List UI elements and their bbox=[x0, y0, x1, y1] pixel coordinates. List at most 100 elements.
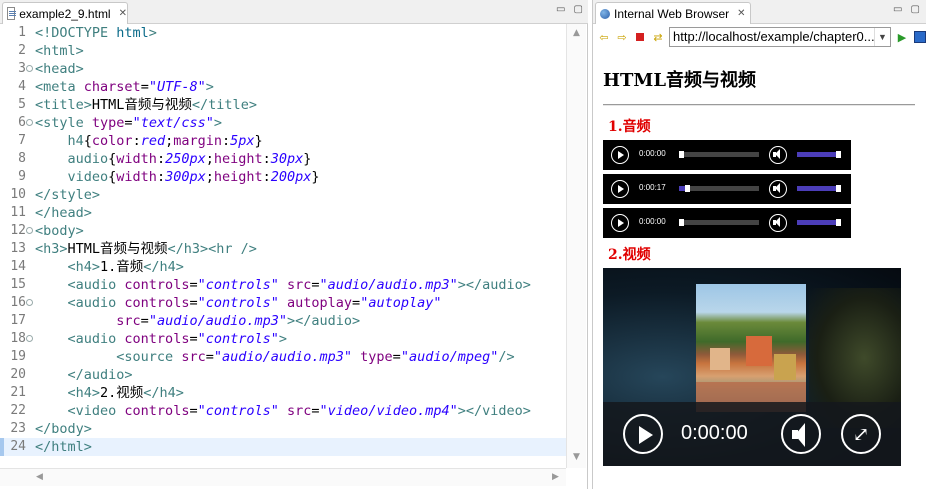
code-line[interactable]: 2 <html> bbox=[0, 42, 566, 60]
minimize-icon[interactable]: ▭ bbox=[556, 4, 565, 15]
volume-knob[interactable] bbox=[836, 151, 841, 158]
audio-progress[interactable] bbox=[679, 219, 759, 226]
editor-tab[interactable]: example2_9.html ✕ bbox=[2, 2, 128, 24]
scroll-left-icon[interactable]: ◀ bbox=[36, 472, 43, 482]
back-icon[interactable]: ⇦ bbox=[597, 30, 611, 44]
fold-toggle-icon[interactable] bbox=[26, 227, 33, 234]
code-text: <!DOCTYPE html> bbox=[35, 24, 157, 42]
line-number: 9 bbox=[18, 169, 26, 184]
fold-toggle-icon[interactable] bbox=[26, 335, 33, 342]
code-line[interactable]: 23 </body> bbox=[0, 420, 566, 438]
code-line[interactable]: 22 <video controls="controls" src="video… bbox=[0, 402, 566, 420]
code-token: = bbox=[205, 349, 214, 365]
close-icon[interactable]: ✕ bbox=[737, 8, 745, 19]
code-line[interactable]: 19 <source src="audio/audio.mp3" type="a… bbox=[0, 348, 566, 366]
code-token: 2.视频 bbox=[100, 385, 144, 401]
progress-knob[interactable] bbox=[679, 219, 684, 226]
code-text: <title>HTML音频与视频</title> bbox=[35, 96, 257, 114]
code-line[interactable]: 14 <h4>1.音频</h4> bbox=[0, 258, 566, 276]
code-token: = bbox=[124, 115, 133, 131]
code-token: <source bbox=[116, 349, 182, 365]
scroll-up-icon[interactable]: ▲ bbox=[573, 28, 580, 38]
code-line[interactable]: 7 h4{color:red;margin:5px} bbox=[0, 132, 566, 150]
code-line[interactable]: 3 <head> bbox=[0, 60, 566, 78]
scroll-right-icon[interactable]: ▶ bbox=[552, 472, 559, 482]
fold-toggle-icon[interactable] bbox=[26, 299, 33, 306]
code-line[interactable]: 5 <title>HTML音频与视频</title> bbox=[0, 96, 566, 114]
code-token: </title> bbox=[191, 97, 257, 113]
code-line[interactable]: 11 </head> bbox=[0, 204, 566, 222]
code-text: audio{width:250px;height:30px} bbox=[35, 150, 312, 168]
play-icon[interactable] bbox=[611, 214, 629, 232]
audio-player[interactable]: 0:00:17 bbox=[603, 174, 851, 204]
code-line[interactable]: 10 </style> bbox=[0, 186, 566, 204]
volume-icon[interactable] bbox=[781, 414, 821, 454]
maximize-icon[interactable]: ▢ bbox=[910, 4, 919, 15]
code-line[interactable]: 16 <audio controls="controls" autoplay="… bbox=[0, 294, 566, 312]
code-editor[interactable]: 1 <!DOCTYPE html> 2 <html> 3 <head> 4 <meta cha… bbox=[0, 24, 566, 468]
url-input[interactable]: http://localhost/example/chapter0... ▼ bbox=[669, 27, 891, 47]
code-text: </audio> bbox=[35, 366, 133, 384]
code-text: <meta charset="UTF-8"> bbox=[35, 78, 214, 96]
volume-slider[interactable] bbox=[797, 219, 841, 226]
volume-icon[interactable] bbox=[769, 214, 787, 232]
external-browser-icon[interactable] bbox=[913, 30, 926, 44]
fold-toggle-icon[interactable] bbox=[26, 119, 33, 126]
play-icon[interactable] bbox=[623, 414, 663, 454]
volume-slider[interactable] bbox=[797, 151, 841, 158]
volume-slider[interactable] bbox=[797, 185, 841, 192]
play-icon[interactable] bbox=[611, 180, 629, 198]
maximize-icon[interactable]: ▢ bbox=[573, 4, 582, 15]
code-line[interactable]: 24 </html> bbox=[0, 438, 566, 456]
scroll-down-icon[interactable]: ▼ bbox=[573, 452, 580, 462]
volume-knob[interactable] bbox=[836, 185, 841, 192]
forward-icon[interactable]: ⇨ bbox=[615, 30, 629, 44]
fold-toggle-icon[interactable] bbox=[26, 65, 33, 72]
minimize-icon[interactable]: ▭ bbox=[893, 4, 902, 15]
editor-vertical-scrollbar[interactable]: ▲ ▼ bbox=[566, 24, 586, 468]
code-line[interactable]: 6 <style type="text/css"> bbox=[0, 114, 566, 132]
fullscreen-icon[interactable]: ⤢ bbox=[841, 414, 881, 454]
code-token: controls bbox=[124, 331, 190, 347]
code-line[interactable]: 20 </audio> bbox=[0, 366, 566, 384]
code-text: src="audio/audio.mp3"></audio> bbox=[35, 312, 360, 330]
code-line[interactable]: 18 <audio controls="controls"> bbox=[0, 330, 566, 348]
code-line[interactable]: 21 <h4>2.视频</h4> bbox=[0, 384, 566, 402]
volume-knob[interactable] bbox=[836, 219, 841, 226]
code-line[interactable]: 17 src="audio/audio.mp3"></audio> bbox=[0, 312, 566, 330]
play-icon[interactable] bbox=[611, 146, 629, 164]
code-line[interactable]: 4 <meta charset="UTF-8"> bbox=[0, 78, 566, 96]
editor-horizontal-scrollbar[interactable]: ◀ ▶ bbox=[0, 468, 566, 486]
code-line[interactable]: 13 <h3>HTML音频与视频</h3><hr /> bbox=[0, 240, 566, 258]
go-icon[interactable]: ▶ bbox=[895, 30, 909, 44]
volume-icon[interactable] bbox=[769, 180, 787, 198]
code-token: : bbox=[156, 169, 166, 185]
code-line[interactable]: 15 <audio controls="controls" src="audio… bbox=[0, 276, 566, 294]
code-line[interactable]: 9 video{width:300px;height:200px} bbox=[0, 168, 566, 186]
code-token: red bbox=[140, 133, 166, 149]
audio-progress[interactable] bbox=[679, 151, 759, 158]
close-icon[interactable]: ✕ bbox=[119, 8, 127, 19]
code-token: "controls" bbox=[197, 403, 279, 419]
volume-icon[interactable] bbox=[769, 146, 787, 164]
code-line[interactable]: 8 audio{width:250px;height:30px} bbox=[0, 150, 566, 168]
code-token: } bbox=[254, 133, 263, 149]
progress-knob[interactable] bbox=[685, 185, 690, 192]
line-number: 6 bbox=[18, 115, 26, 130]
audio-progress[interactable] bbox=[679, 185, 759, 192]
chevron-down-icon[interactable]: ▼ bbox=[874, 28, 890, 46]
video-player[interactable]: 0:00:00 ⤢ bbox=[603, 268, 901, 466]
code-line[interactable]: 12 <body> bbox=[0, 222, 566, 240]
line-number: 20 bbox=[10, 367, 26, 382]
refresh-icon[interactable]: ⇄ bbox=[651, 30, 665, 44]
code-text: <audio controls="controls" src="audio/au… bbox=[35, 276, 531, 294]
audio-player[interactable]: 0:00:00 bbox=[603, 140, 851, 170]
web-page: HTML音频与视频 1.音频 0:00:00 0:00:17 0:00:00 2… bbox=[593, 50, 926, 489]
audio-player[interactable]: 0:00:00 bbox=[603, 208, 851, 238]
progress-knob[interactable] bbox=[679, 151, 684, 158]
line-number: 16 bbox=[10, 295, 26, 310]
code-line[interactable]: 1 <!DOCTYPE html> bbox=[0, 24, 566, 42]
code-text: <source src="audio/audio.mp3" type="audi… bbox=[35, 348, 514, 366]
stop-icon[interactable] bbox=[633, 30, 647, 44]
browser-tab[interactable]: Internal Web Browser ✕ bbox=[595, 2, 751, 24]
